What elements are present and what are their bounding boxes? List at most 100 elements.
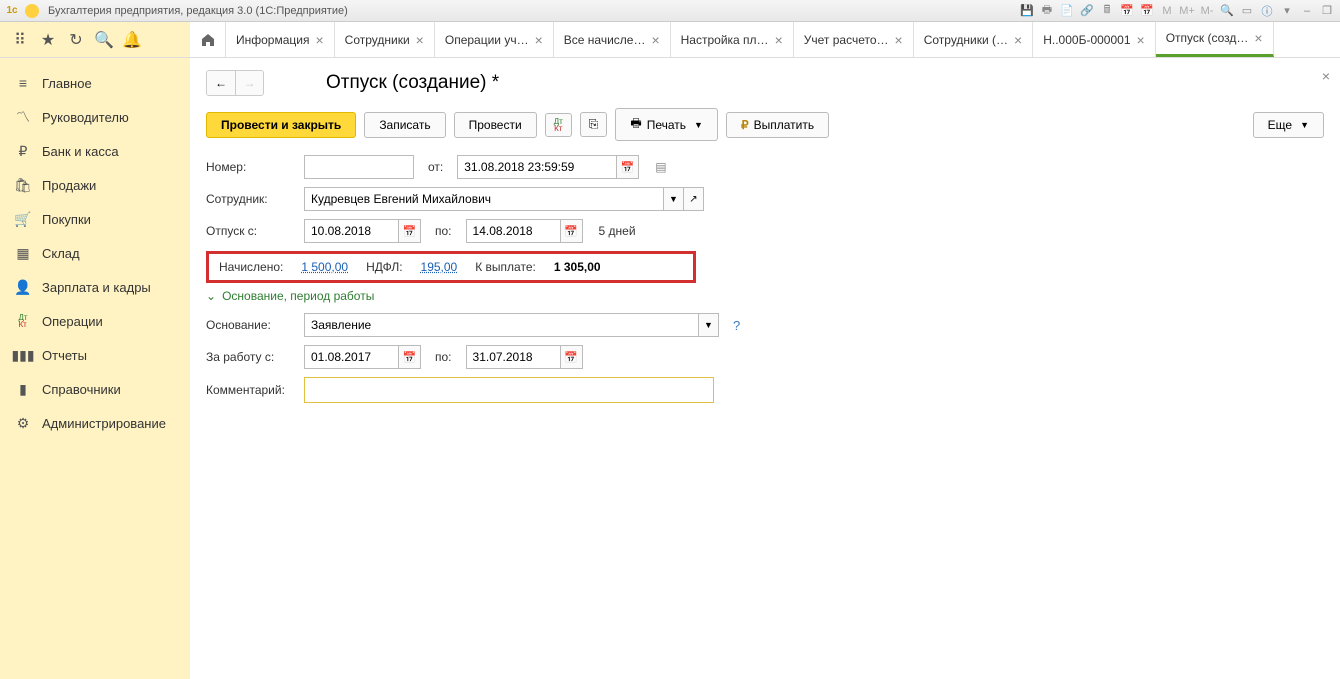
zoom-in-icon[interactable]: 🔍: [1218, 3, 1236, 19]
from-label: от:: [422, 160, 449, 174]
post-button[interactable]: Провести: [454, 112, 537, 138]
work-from-input[interactable]: [304, 345, 399, 369]
sidebar: ≡ Главное 〽Руководителю ₽Банк и касса 🛍Пр…: [0, 58, 190, 679]
grid-icon[interactable]: ⠿: [10, 30, 30, 50]
dropdown-button[interactable]: ▼: [664, 187, 684, 211]
dropdown-button[interactable]: ▼: [699, 313, 719, 337]
more-button[interactable]: Еще▼: [1253, 112, 1324, 138]
sidebar-item-rukovoditelyu[interactable]: 〽Руководителю: [0, 100, 190, 134]
save-icon[interactable]: 💾: [1018, 3, 1036, 19]
sidebar-item-zarplata[interactable]: 👤Зарплата и кадры: [0, 270, 190, 304]
search-icon[interactable]: 🔍: [94, 30, 114, 50]
close-icon[interactable]: ×: [775, 32, 783, 48]
number-input[interactable]: [304, 155, 414, 179]
structure-button[interactable]: ⎘: [580, 112, 608, 137]
sidebar-item-pokupki[interactable]: 🛒Покупки: [0, 202, 190, 236]
dropdown-icon[interactable]: [24, 3, 40, 19]
close-icon[interactable]: ×: [1137, 32, 1145, 48]
tab-informatsiya[interactable]: Информация×: [226, 22, 335, 57]
calendar-button[interactable]: 📅: [561, 219, 583, 243]
sidebar-label: Отчеты: [42, 348, 87, 363]
file-icon[interactable]: 📄: [1058, 3, 1076, 19]
dropdown2-icon[interactable]: ▾: [1278, 3, 1296, 19]
work-to-input[interactable]: [466, 345, 561, 369]
sidebar-label: Руководителю: [42, 110, 129, 125]
content: × ← → Отпуск (создание) * Провести и зак…: [190, 58, 1340, 679]
sidebar-item-admin[interactable]: ⚙Администрирование: [0, 406, 190, 440]
help-icon[interactable]: ?: [733, 318, 740, 333]
tab-sotrudniki2[interactable]: Сотрудники (…×: [914, 22, 1034, 57]
forward-button[interactable]: →: [235, 71, 263, 95]
close-icon[interactable]: ×: [651, 32, 659, 48]
calendar-button[interactable]: 📅: [561, 345, 583, 369]
close-icon[interactable]: ×: [315, 32, 323, 48]
print-icon[interactable]: 🖶: [1038, 3, 1056, 19]
vacation-from-input[interactable]: [304, 219, 399, 243]
sidebar-item-spravochniki[interactable]: ▮Справочники: [0, 372, 190, 406]
accrued-link[interactable]: 1 500,00: [301, 260, 348, 274]
back-button[interactable]: ←: [207, 71, 235, 95]
tab-otpusk[interactable]: Отпуск (созд…×: [1156, 22, 1274, 57]
tab-uchet[interactable]: Учет расчето…×: [794, 22, 914, 57]
to-label2: по:: [429, 350, 458, 364]
gear-icon: ⚙: [14, 414, 32, 432]
tab-operatsii[interactable]: Операции уч…×: [435, 22, 554, 57]
menu-icon: ≡: [14, 74, 32, 92]
post-close-button[interactable]: Провести и закрыть: [206, 112, 356, 138]
m-icon[interactable]: M: [1158, 3, 1176, 19]
calendar-button[interactable]: 📅: [617, 155, 639, 179]
tab-nastroika[interactable]: Настройка пл…×: [671, 22, 794, 57]
open-button[interactable]: ↗: [684, 187, 704, 211]
sidebar-item-otchety[interactable]: ▮▮▮Отчеты: [0, 338, 190, 372]
chevron-down-icon: ⌄: [206, 289, 216, 303]
employee-input[interactable]: [304, 187, 664, 211]
minimize-icon[interactable]: –: [1298, 3, 1316, 19]
ndfl-link[interactable]: 195,00: [421, 260, 458, 274]
pay-button[interactable]: ₽Выплатить: [726, 112, 829, 138]
link-icon[interactable]: 🔗: [1078, 3, 1096, 19]
maximize-icon[interactable]: ❐: [1318, 3, 1336, 19]
sidebar-item-bank[interactable]: ₽Банк и касса: [0, 134, 190, 168]
close-icon[interactable]: ×: [1254, 30, 1262, 46]
print-button[interactable]: 🖶Печать▼: [615, 108, 718, 141]
close-icon[interactable]: ×: [1014, 32, 1022, 48]
sidebar-label: Главное: [42, 76, 92, 91]
window-title: Бухгалтерия предприятия, редакция 3.0 (1…: [48, 5, 348, 17]
home-tab[interactable]: [190, 22, 226, 57]
section-toggle[interactable]: ⌄ Основание, период работы: [206, 289, 1324, 303]
cart-icon: 🛍: [14, 176, 32, 194]
bell-icon[interactable]: 🔔: [122, 30, 142, 50]
reason-input[interactable]: [304, 313, 699, 337]
titlebar-actions: 💾 🖶 📄 🔗 🖩 📅 📅 M M+ M- 🔍 ▭ ⓘ ▾ – ❐: [1018, 3, 1336, 19]
tab-nachisleniya[interactable]: Все начисле…×: [554, 22, 671, 57]
close-icon[interactable]: ×: [535, 32, 543, 48]
help-icon[interactable]: ⓘ: [1258, 3, 1276, 19]
close-icon[interactable]: ×: [895, 32, 903, 48]
sidebar-item-sklad[interactable]: ▦Склад: [0, 236, 190, 270]
close-page-icon[interactable]: ×: [1322, 68, 1330, 84]
close-icon[interactable]: ×: [416, 32, 424, 48]
comment-label: Комментарий:: [206, 383, 296, 397]
comment-input[interactable]: [304, 377, 714, 403]
sidebar-item-prodazhi[interactable]: 🛍Продажи: [0, 168, 190, 202]
calendar-button[interactable]: 📅: [399, 345, 421, 369]
dtkt-button[interactable]: ДтКт: [545, 113, 572, 137]
from-date-input[interactable]: [457, 155, 617, 179]
calendar2-icon[interactable]: 📅: [1138, 3, 1156, 19]
sidebar-item-operatsii[interactable]: ДтКтОперации: [0, 304, 190, 338]
mplus-icon[interactable]: M+: [1178, 3, 1196, 19]
save-button[interactable]: Записать: [364, 112, 445, 138]
star-icon[interactable]: ★: [38, 30, 58, 50]
history-icon[interactable]: ↻: [66, 30, 86, 50]
window-icon[interactable]: ▭: [1238, 3, 1256, 19]
tab-n000b[interactable]: Н..000Б-000001×: [1033, 22, 1155, 57]
dtkt-icon: ДтКт: [14, 312, 32, 330]
sidebar-item-glavnoe[interactable]: ≡ Главное: [0, 66, 190, 100]
mminus-icon[interactable]: M-: [1198, 3, 1216, 19]
list-icon[interactable]: ▤: [655, 160, 666, 174]
calendar-button[interactable]: 📅: [399, 219, 421, 243]
tab-sotrudniki[interactable]: Сотрудники×: [335, 22, 435, 57]
vacation-to-input[interactable]: [466, 219, 561, 243]
calendar-icon[interactable]: 📅: [1118, 3, 1136, 19]
calc-icon[interactable]: 🖩: [1098, 3, 1116, 19]
